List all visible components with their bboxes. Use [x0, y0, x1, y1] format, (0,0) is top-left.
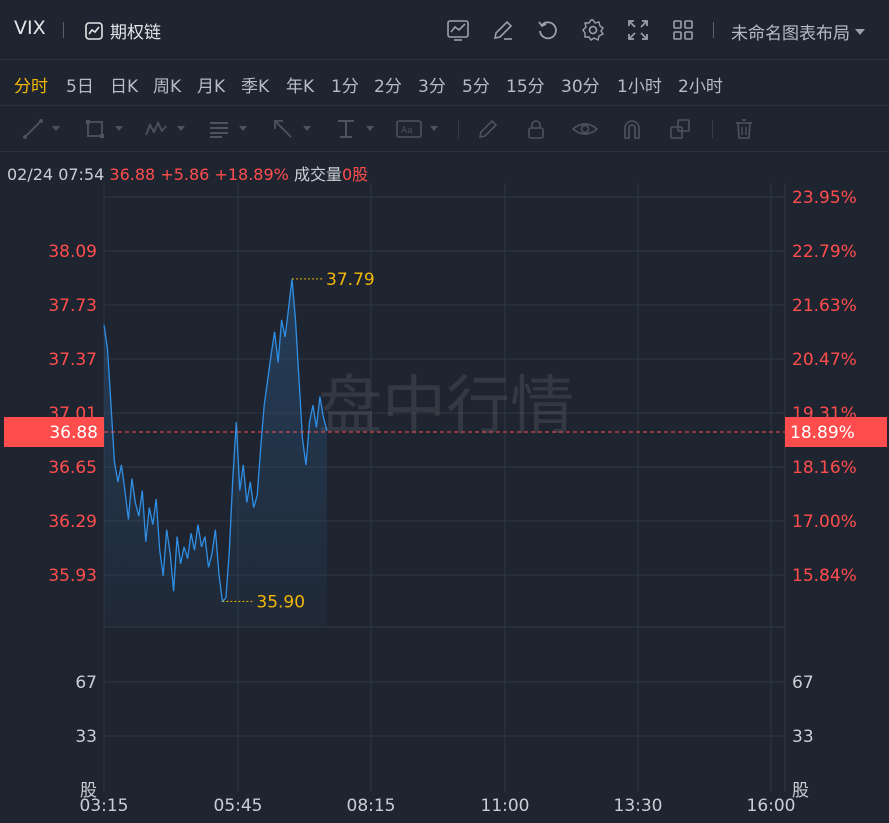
- volume-tick-right: 67: [792, 673, 814, 693]
- y-tick-right: 18.16%: [792, 458, 857, 478]
- watermark: 盘中行情: [318, 370, 574, 444]
- x-tick: 13:30: [614, 796, 663, 816]
- y-tick-right: 20.47%: [792, 350, 857, 370]
- y-tick-right: 17.00%: [792, 512, 857, 532]
- y-tick-left: 36.65: [48, 458, 97, 478]
- x-tick: 08:15: [347, 796, 396, 816]
- high-label: 37.79: [326, 270, 375, 290]
- intraday-chart[interactable]: 盘中行情 37.7935.90 38.0937.7337.3737.0136.6…: [0, 0, 889, 823]
- current-pct-label: 18.89%: [790, 423, 855, 443]
- y-tick-left: 36.29: [48, 512, 97, 532]
- volume-tick-right: 33: [792, 727, 814, 747]
- current-price-label: 36.88: [49, 423, 98, 443]
- y-tick-right: 23.95%: [792, 188, 857, 208]
- x-tick: 05:45: [214, 796, 263, 816]
- y-tick-left: 38.09: [48, 242, 97, 262]
- y-tick-left: 37.73: [48, 296, 97, 316]
- y-tick-right: 15.84%: [792, 566, 857, 586]
- x-tick: 11:00: [481, 796, 530, 816]
- volume-tick-left: 33: [75, 727, 97, 747]
- y-tick-left: 35.93: [48, 566, 97, 586]
- y-tick-right: 21.63%: [792, 296, 857, 316]
- price-area: [104, 278, 327, 627]
- x-tick: 16:00: [747, 796, 796, 816]
- chart-grid: [103, 183, 786, 792]
- y-tick-right: 22.79%: [792, 242, 857, 262]
- x-tick: 03:15: [80, 796, 129, 816]
- low-label: 35.90: [256, 592, 305, 612]
- chart-axes: 38.0937.7337.3737.0136.6536.2935.9323.95…: [4, 188, 887, 816]
- volume-tick-left: 67: [75, 673, 97, 693]
- price-plot: 37.79 35.90: [103, 270, 785, 627]
- y-tick-left: 37.37: [48, 350, 97, 370]
